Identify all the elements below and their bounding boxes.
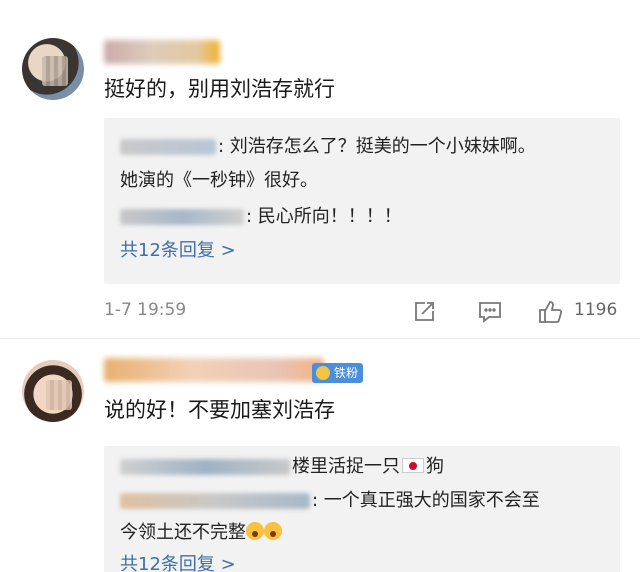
flag-icon — [402, 458, 424, 473]
comment-item: 铁粉 说的好！不要加塞刘浩存 楼里活捉一只 狗 : 一个真正强大的国家不会至 今领… — [0, 340, 640, 572]
reply-username-blurred[interactable] — [120, 209, 244, 225]
comment-footer: 1-7 19:59 1196 — [104, 298, 624, 326]
avatar[interactable] — [22, 360, 84, 422]
reply-text: : 刘浩存怎么了？挺美的一个小妹妹啊。 — [218, 136, 536, 157]
reply-line: : 一个真正强大的国家不会至 — [120, 488, 540, 514]
emoji-icon — [246, 522, 264, 540]
fan-badge: 铁粉 — [312, 363, 364, 383]
more-replies-link[interactable]: 共12条回复 > — [120, 238, 236, 264]
reply-username-blurred[interactable] — [120, 139, 216, 155]
reply-text: 今领土还不完整 — [120, 522, 246, 543]
avatar[interactable] — [22, 38, 84, 100]
share-icon[interactable] — [410, 298, 438, 326]
reply-line: : 民心所向！！！！ — [120, 204, 402, 230]
comment-icon[interactable] — [476, 298, 504, 326]
reply-box[interactable]: 楼里活捉一只 狗 : 一个真正强大的国家不会至 今领土还不完整 共12条回复 > — [104, 446, 620, 572]
username-blurred[interactable] — [104, 358, 324, 382]
divider — [0, 338, 640, 339]
reply-line-continued: 今领土还不完整 — [120, 520, 282, 546]
reply-line: : 刘浩存怎么了？挺美的一个小妹妹啊。 — [120, 134, 536, 160]
username-blurred[interactable] — [104, 40, 220, 64]
badge-label: 铁粉 — [334, 366, 359, 380]
like-count: 1196 — [574, 300, 618, 320]
reply-text: 楼里活捉一只 — [292, 456, 400, 477]
reply-text: : 一个真正强大的国家不会至 — [312, 490, 540, 511]
comment-text: 说的好！不要加塞刘浩存 — [104, 398, 335, 422]
comment-text: 挺好的，别用刘浩存就行 — [104, 77, 335, 101]
badge-icon — [316, 366, 330, 380]
comment-feed: 挺好的，别用刘浩存就行 : 刘浩存怎么了？挺美的一个小妹妹啊。 她演的《一秒钟》… — [0, 0, 640, 572]
timestamp: 1-7 19:59 — [104, 300, 187, 320]
reply-line: 楼里活捉一只 狗 — [120, 454, 444, 480]
reply-box[interactable]: : 刘浩存怎么了？挺美的一个小妹妹啊。 她演的《一秒钟》很好。 : 民心所向！！… — [104, 118, 620, 284]
more-replies-link[interactable]: 共12条回复 > — [120, 552, 236, 572]
reply-line-continued: 她演的《一秒钟》很好。 — [120, 170, 318, 191]
comment-item: 挺好的，别用刘浩存就行 : 刘浩存怎么了？挺美的一个小妹妹啊。 她演的《一秒钟》… — [0, 0, 640, 340]
reply-text-suffix: 狗 — [426, 456, 444, 477]
reply-username-blurred[interactable] — [120, 459, 290, 475]
thumbs-up-icon[interactable] — [536, 298, 564, 326]
reply-username-blurred[interactable] — [120, 493, 310, 509]
emoji-icon — [264, 522, 282, 540]
reply-text: : 民心所向！！！！ — [246, 206, 402, 227]
